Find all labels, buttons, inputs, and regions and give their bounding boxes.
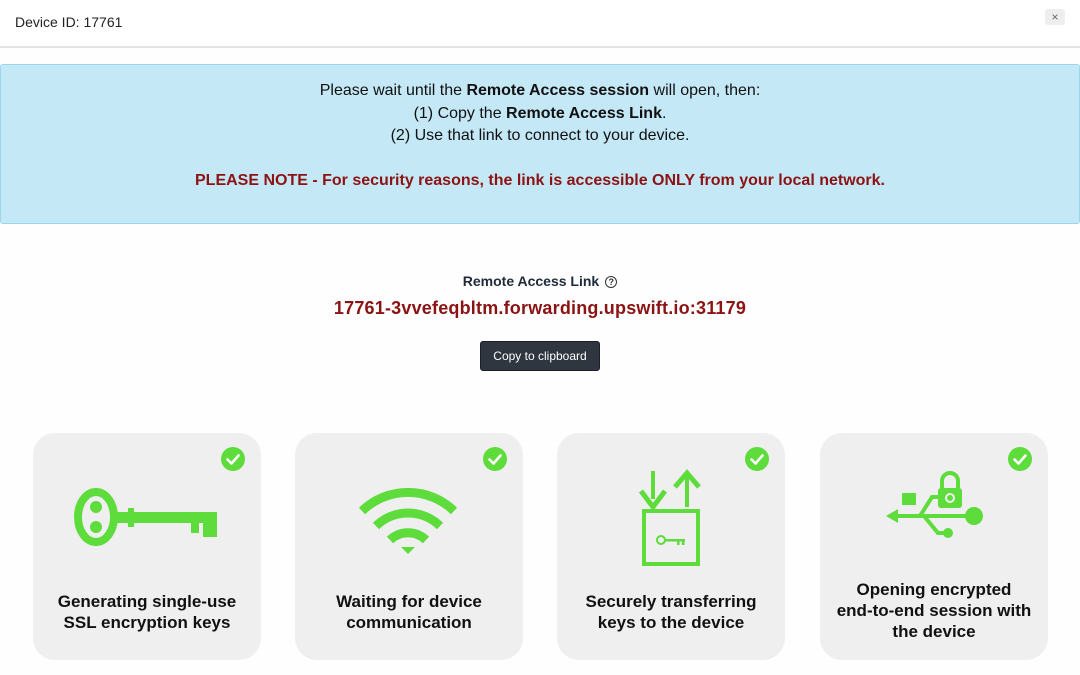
- caption-line-2: communication: [346, 613, 472, 632]
- link-label-text: Remote Access Link: [462, 273, 600, 289]
- step-card-transferring-keys: Securely transferring keys to the device: [557, 433, 785, 660]
- modal-header: Device ID: 17761 ×: [0, 0, 1080, 48]
- alert-line-1-text: Please wait until the: [319, 82, 467, 99]
- step-card-opening-session: Opening encrypted end-to-end session wit…: [820, 433, 1048, 660]
- step-caption: Securely transferring keys to the device: [565, 591, 777, 633]
- key-icon: [74, 488, 217, 546]
- copy-to-clipboard-button[interactable]: Copy to clipboard: [480, 341, 600, 371]
- step-caption: Waiting for device communication: [303, 591, 515, 633]
- alert-line-3: (2) Use that link to connect to your dev…: [390, 127, 690, 144]
- remote-access-link-label: Remote Access Link?: [0, 273, 1080, 289]
- alert-line-1-bold: Remote Access session: [466, 82, 650, 99]
- wifi-icon: [358, 487, 458, 554]
- caption-line-1: Generating single-use: [57, 592, 237, 611]
- alert-line-2: (1) Copy the Remote Access Link.: [1, 105, 1079, 123]
- alert-line-2-end: .: [661, 105, 667, 122]
- usb-lock-icon: [886, 471, 983, 538]
- alert-line-2-text: (1) Copy the: [413, 105, 507, 122]
- alert-line-2-bold: Remote Access Link: [506, 105, 662, 122]
- caption-line-2: keys to the device: [597, 613, 745, 632]
- step-card-generating-keys: Generating single-use SSL encryption key…: [33, 433, 261, 660]
- caption-line-1: Opening encrypted: [856, 580, 1012, 599]
- modal-title: Device ID: 17761: [15, 14, 123, 30]
- caption-line-2: end-to-end session with: [836, 601, 1032, 620]
- step-caption: Opening encrypted end-to-end session wit…: [828, 579, 1040, 642]
- alert-line-1: Please wait until the Remote Access sess…: [1, 82, 1079, 100]
- caption-line-3: the device: [892, 622, 976, 641]
- caption-line-1: Securely transferring: [585, 592, 757, 611]
- security-note: PLEASE NOTE - For security reasons, the …: [195, 172, 885, 189]
- info-alert: Please wait until the Remote Access sess…: [0, 64, 1080, 224]
- step-card-waiting-device: Waiting for device communication: [295, 433, 523, 660]
- step-caption: Generating single-use SSL encryption key…: [41, 591, 253, 633]
- help-icon[interactable]: ?: [605, 276, 618, 288]
- alert-line-1-end: will open, then:: [649, 82, 761, 99]
- close-button[interactable]: ×: [1045, 9, 1065, 25]
- caption-line-1: Waiting for device: [336, 592, 482, 611]
- remote-access-link-value: 17761-3vvefeqbltm.forwarding.upswift.io:…: [333, 298, 747, 318]
- transfer-icon: [639, 469, 701, 566]
- caption-line-2: SSL encryption keys: [63, 613, 231, 632]
